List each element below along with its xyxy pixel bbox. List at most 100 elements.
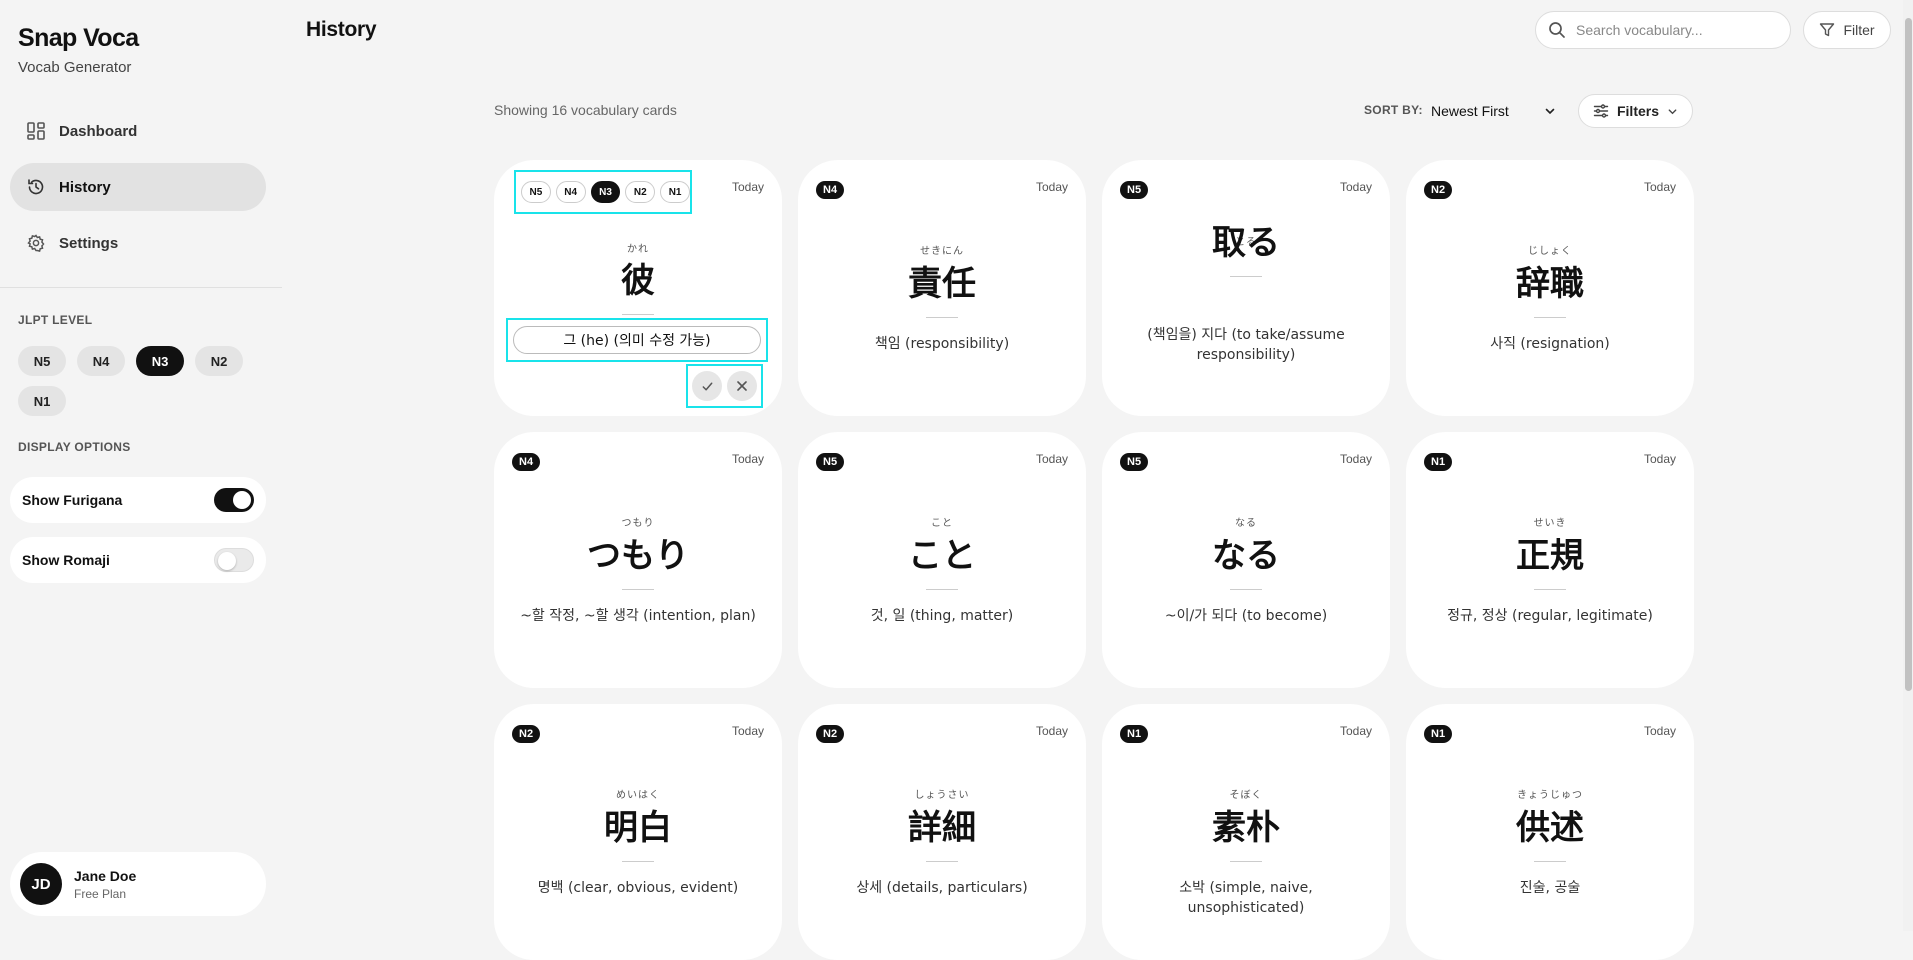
card-divider (622, 589, 654, 590)
level-badge: N1 (1120, 725, 1149, 743)
filters-label: Filters (1616, 103, 1659, 119)
card-divider (1534, 861, 1566, 862)
card-meaning: 진술, 공술 (1519, 880, 1581, 896)
sidebar-item-settings[interactable]: Settings (10, 219, 266, 267)
chevron-down-icon (1544, 105, 1556, 117)
vocab-card[interactable]: N1 Today せいき 正規 정규, 정상 (regular, legitimate) (1406, 432, 1694, 688)
search-icon (1548, 21, 1566, 39)
sort-select[interactable]: Newest First (1424, 96, 1562, 126)
confirm-edit-button[interactable] (692, 371, 723, 401)
card-furigana: そぼく (1229, 790, 1263, 801)
card-date: Today (731, 180, 764, 194)
edit-level-n4[interactable]: N4 (555, 181, 586, 203)
edit-meaning-input[interactable] (513, 326, 761, 354)
edit-level-n1[interactable]: N1 (660, 181, 690, 203)
level-badge: N2 (816, 725, 845, 743)
search-box (1535, 11, 1791, 49)
card-date: Today (1035, 452, 1068, 466)
card-date: Today (1035, 724, 1068, 738)
vocab-card[interactable]: N5 Today こと こと 것, 일 (thing, matter) (798, 432, 1086, 688)
level-badge: N1 (1424, 725, 1453, 743)
vocab-card[interactable]: N2 Today じしょく 辞職 사직 (resignation) (1406, 160, 1694, 416)
jlpt-level-title: JLPT LEVEL (18, 313, 93, 327)
card-word: 責任 (908, 264, 976, 304)
card-word: 素朴 (1212, 808, 1280, 848)
level-badge: N1 (1424, 453, 1453, 471)
vocab-card[interactable]: N2 Today しょうさい 詳細 상세 (details, particulars) (798, 704, 1086, 960)
jlpt-level-n4[interactable]: N4 (77, 346, 125, 376)
sidebar: Snap Voca Vocab Generator Dashboard Hist… (0, 0, 282, 931)
edit-level-n3[interactable]: N3 (590, 181, 621, 203)
sort-by-label: SORT BY: (1364, 103, 1423, 117)
sidebar-item-label: Dashboard (59, 122, 138, 140)
show-furigana-toggle[interactable] (214, 488, 254, 512)
vocab-card[interactable]: N4 Today つもり つもり ~할 작정, ~할 생각 (intention, pl… (494, 432, 782, 688)
show-romaji-toggle[interactable] (214, 548, 254, 572)
app-subtitle: Vocab Generator (18, 59, 132, 76)
card-date: Today (1643, 724, 1676, 738)
card-word: つもり (587, 536, 689, 576)
level-badge: N5 (1120, 453, 1149, 471)
sidebar-item-label: History (59, 178, 111, 196)
jlpt-level-n2[interactable]: N2 (195, 346, 243, 376)
jlpt-level-n5[interactable]: N5 (18, 346, 66, 376)
card-word: 正規 (1516, 536, 1584, 576)
edit-meaning-wrapper (506, 318, 768, 362)
card-date: Today (731, 452, 764, 466)
show-furigana-row: Show Furigana (10, 477, 266, 523)
filters-dropdown-button[interactable]: Filters (1578, 94, 1693, 128)
scrollbar-thumb[interactable] (1905, 18, 1912, 691)
vocab-card[interactable]: N5 Today なる なる ~이/가 되다 (to become) (1102, 432, 1390, 688)
card-word: 彼 (621, 261, 655, 301)
search-input[interactable] (1576, 22, 1776, 38)
card-furigana: なる (1235, 518, 1257, 529)
close-icon (736, 380, 748, 392)
card-divider (926, 317, 958, 318)
user-profile[interactable]: JD Jane Doe Free Plan (10, 852, 266, 916)
brand: Snap Voca Vocab Generator (18, 24, 139, 76)
card-divider (1534, 589, 1566, 590)
vocab-card[interactable]: N4 Today せきにん 責任 책임 (responsibility) (798, 160, 1086, 416)
jlpt-level-n3[interactable]: N3 (136, 346, 184, 376)
sidebar-item-history[interactable]: History (10, 163, 266, 211)
edit-level-n2[interactable]: N2 (625, 181, 656, 203)
vocab-card[interactable]: N5 Today とる 取る (책임을) 지다 (to take/assume resp… (1102, 160, 1390, 416)
filter-button[interactable]: Filter (1803, 11, 1891, 49)
sort-select-value: Newest First (1431, 103, 1509, 119)
card-furigana: めいはく (616, 790, 660, 801)
vocab-card[interactable]: N1 Today きょうじゅつ 供述 진술, 공술 (1406, 704, 1694, 960)
card-divider (926, 861, 958, 862)
card-divider (1230, 276, 1262, 277)
show-furigana-label: Show Furigana (22, 492, 123, 508)
check-icon (701, 380, 714, 393)
vocab-card[interactable]: N1 Today そぼく 素朴 소박 (simple, naive, unsophist… (1102, 704, 1390, 960)
card-furigana: せいき (1533, 518, 1567, 529)
card-date: Today (1643, 452, 1676, 466)
card-word: こと (908, 536, 976, 576)
level-badge: N5 (1120, 181, 1149, 199)
card-date: Today (731, 724, 764, 738)
card-meaning: ~할 작정, ~할 생각 (intention, plan) (520, 608, 756, 624)
card-divider (1230, 589, 1262, 590)
sidebar-item-dashboard[interactable]: Dashboard (10, 107, 266, 155)
jlpt-level-n1[interactable]: N1 (18, 386, 66, 416)
card-word: 詳細 (908, 808, 976, 848)
card-meaning: 책임 (responsibility) (874, 336, 1010, 352)
cancel-edit-button[interactable] (726, 371, 757, 401)
card-meaning: ~이/가 되다 (to become) (1164, 608, 1328, 624)
edit-level-picker: N5 N4 N3 N2 N1 (514, 170, 692, 214)
vocab-card-editing: N5 N4 N3 N2 N1 Today かれ 彼 (494, 160, 782, 416)
edit-level-n5[interactable]: N5 (521, 181, 551, 203)
page-scrollbar[interactable] (1903, 0, 1913, 931)
card-word: 明白 (604, 808, 672, 848)
sliders-icon (1593, 103, 1609, 119)
card-meaning: 것, 일 (thing, matter) (870, 608, 1014, 624)
vocab-card[interactable]: N2 Today めいはく 明白 명백 (clear, obvious, evident… (494, 704, 782, 960)
card-date: Today (1339, 724, 1372, 738)
card-date: Today (1035, 180, 1068, 194)
card-date: Today (1643, 180, 1676, 194)
filter-button-label: Filter (1843, 22, 1875, 38)
card-meaning: 상세 (details, particulars) (856, 880, 1028, 896)
page-title: History (306, 18, 377, 41)
user-plan: Free Plan (74, 886, 127, 901)
